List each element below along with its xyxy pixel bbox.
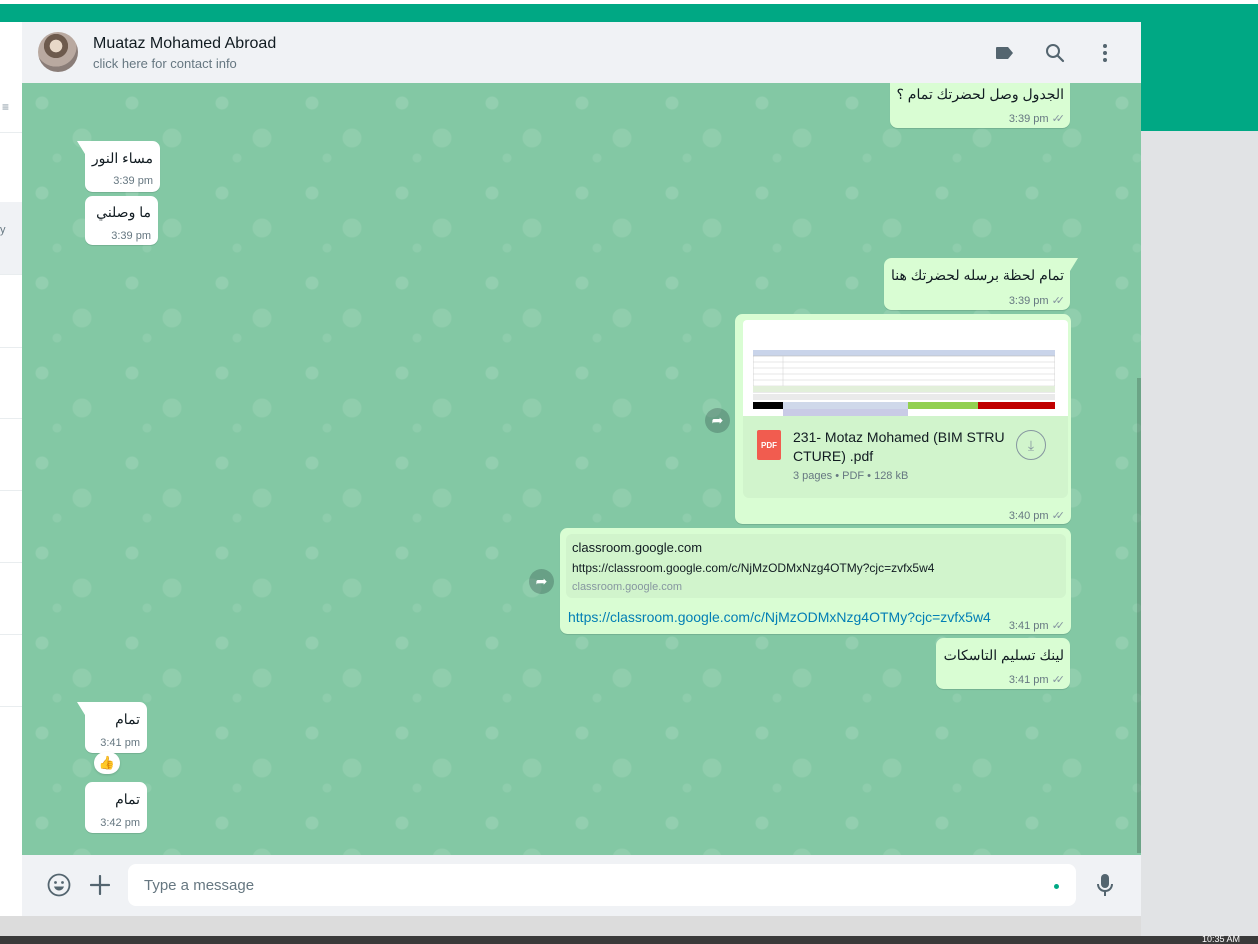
document-preview[interactable] (743, 320, 1068, 416)
label-icon[interactable] (993, 41, 1017, 65)
bubble-tail (77, 702, 85, 715)
chat-list-divider (0, 490, 22, 491)
status-dot-icon (1054, 884, 1059, 889)
bubble-tail (1070, 258, 1078, 271)
message-time: 3:41 pm (100, 737, 140, 749)
read-ticks-icon: ✓✓ (1051, 620, 1066, 632)
contact-info-hint[interactable]: click here for contact info (93, 56, 237, 71)
chat-list-divider (0, 706, 22, 707)
chat-list-divider (0, 132, 22, 133)
message-meta: 3:39 pm ✓✓ (1008, 112, 1066, 126)
message-time: 3:42 pm (100, 817, 140, 829)
message-pane[interactable]: الجدول وصل لحضرتك تمام ؟ 3:39 pm ✓✓ مساء… (22, 83, 1141, 855)
pdf-icon: PDF (757, 430, 781, 460)
microphone-icon[interactable] (1092, 872, 1118, 898)
message-text: ما وصلني (96, 204, 151, 220)
link-preview-description: https://classroom.google.com/c/NjMzODMxN… (572, 561, 935, 575)
attach-plus-icon[interactable] (87, 872, 113, 898)
chat-list-divider (0, 634, 22, 635)
document-page-thumbnail (753, 350, 1055, 416)
read-ticks-icon: ✓✓ (1051, 510, 1066, 522)
bubble-tail (77, 141, 85, 154)
document-message[interactable]: PDF 231- Motaz Mohamed (BIM STRU CTURE) .… (735, 314, 1071, 524)
chat-list-item-selected[interactable]: y (0, 202, 22, 275)
search-icon[interactable] (1043, 41, 1067, 65)
message-time: 3:39 pm (1008, 294, 1049, 307)
chat-list-divider (0, 562, 22, 563)
os-taskbar: 10:35 AM (0, 934, 1258, 944)
read-ticks-icon: ✓✓ (1051, 113, 1066, 125)
message-time: 3:41 pm (1008, 619, 1049, 632)
message-text: تمام (115, 791, 140, 807)
document-file-info: 3 pages • PDF • 128 kB (793, 470, 909, 482)
message-text: تمام (115, 711, 140, 727)
message-time: 3:40 pm (1008, 509, 1049, 522)
message-time: 3:41 pm (1008, 673, 1049, 686)
outgoing-message[interactable]: لينك تسليم التاسكات 3:41 pm ✓✓ (936, 638, 1070, 689)
message-text: لينك تسليم التاسكات (943, 647, 1064, 663)
chat-list-item-label: y (0, 224, 6, 236)
incoming-message[interactable]: ما وصلني 3:39 pm (85, 196, 158, 245)
message-meta: 3:40 pm ✓✓ (1008, 509, 1066, 523)
filter-icon[interactable]: ≡ (2, 100, 9, 114)
outgoing-message[interactable]: تمام لحظة برسله لحضرتك هنا 3:39 pm ✓✓ (884, 258, 1078, 310)
composer-bar (22, 855, 1141, 916)
chat-list-divider (0, 418, 22, 419)
message-text: تمام لحظة برسله لحضرتك هنا (890, 267, 1064, 283)
message-time: 3:39 pm (113, 175, 153, 187)
brand-strip (0, 4, 1258, 22)
read-ticks-icon: ✓✓ (1051, 295, 1066, 307)
window-top-strip (0, 0, 1258, 22)
message-text: مساء النور (91, 150, 153, 166)
chat-list-panel: ≡ y (0, 22, 23, 916)
incoming-message[interactable]: تمام 3:41 pm (77, 702, 147, 753)
link-preview[interactable]: classroom.google.com https://classroom.g… (566, 534, 1066, 598)
message-meta: 3:39 pm ✓✓ (1008, 294, 1066, 308)
forward-icon[interactable]: ➦ (529, 569, 554, 594)
link-preview-title: classroom.google.com (572, 540, 703, 555)
message-text: الجدول وصل لحضرتك تمام ؟ (896, 86, 1064, 102)
read-ticks-icon: ✓✓ (1051, 674, 1066, 686)
reaction-thumbs-up-icon[interactable]: 👍 (94, 752, 120, 774)
message-input[interactable] (128, 864, 1076, 906)
chat-list-divider (0, 347, 22, 348)
background-accent (1141, 22, 1258, 131)
background-area (1141, 131, 1258, 936)
menu-icon[interactable] (1093, 41, 1117, 65)
scrollbar[interactable] (1137, 378, 1141, 853)
taskbar-clock: 10:35 AM (1201, 934, 1240, 944)
document-file-name: 231- Motaz Mohamed (BIM STRU CTURE) .pdf (793, 429, 1005, 464)
message-meta: 3:41 pm ✓✓ (1008, 673, 1066, 687)
message-meta: 3:41 pm ✓✓ (1008, 619, 1066, 633)
message-time: 3:39 pm (111, 230, 151, 242)
incoming-message[interactable]: مساء النور 3:39 pm (77, 141, 160, 192)
message-link[interactable]: https://classroom.google.com/c/NjMzODMxN… (568, 609, 991, 625)
download-icon[interactable]: ⤓ (1016, 430, 1046, 460)
incoming-message[interactable]: تمام 3:42 pm (85, 782, 147, 833)
document-card[interactable]: PDF 231- Motaz Mohamed (BIM STRU CTURE) .… (743, 416, 1068, 498)
contact-name[interactable]: Muataz Mohamed Abroad (93, 35, 276, 53)
emoji-icon[interactable] (46, 872, 72, 898)
link-message[interactable]: classroom.google.com https://classroom.g… (560, 528, 1071, 634)
message-time: 3:39 pm (1008, 112, 1049, 125)
link-preview-domain: classroom.google.com (572, 581, 683, 593)
outgoing-message[interactable]: الجدول وصل لحضرتك تمام ؟ 3:39 pm ✓✓ (890, 83, 1070, 128)
conversation-header[interactable]: Muataz Mohamed Abroad click here for con… (22, 22, 1141, 83)
avatar[interactable] (38, 32, 78, 72)
forward-icon[interactable]: ➦ (705, 408, 730, 433)
